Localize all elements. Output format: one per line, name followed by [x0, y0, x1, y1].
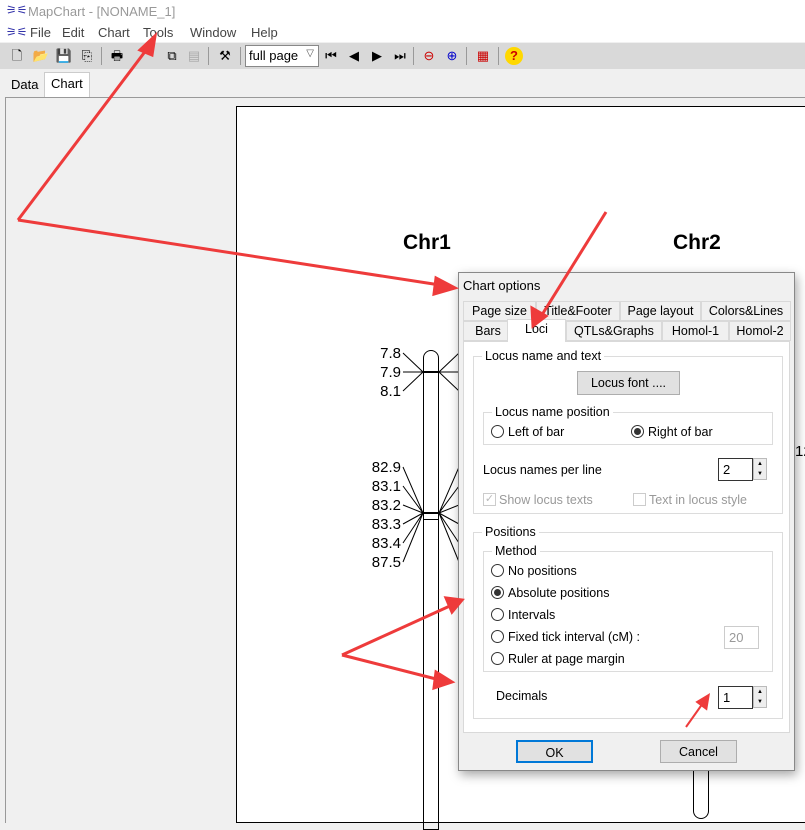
- zoom-in-icon[interactable]: ⊕: [443, 47, 461, 65]
- doc-icon: ⚞⚟: [6, 25, 28, 39]
- right-of-bar-radio[interactable]: [631, 425, 644, 438]
- cancel-button[interactable]: Cancel: [660, 740, 737, 763]
- left-of-bar-radio[interactable]: [491, 425, 504, 438]
- method-label: Ruler at page margin: [508, 652, 625, 666]
- locus-font-button[interactable]: Locus font ....: [577, 371, 680, 395]
- tab-chart[interactable]: Chart: [44, 72, 90, 97]
- first-icon[interactable]: ⏮: [322, 47, 340, 65]
- method-label: Absolute positions: [508, 586, 610, 600]
- save-icon[interactable]: 💾: [55, 47, 73, 65]
- paste-icon[interactable]: ▤: [185, 47, 203, 65]
- decimals-input[interactable]: 1: [718, 686, 753, 709]
- export-icon[interactable]: ⎘: [78, 47, 96, 65]
- names-per-line-label: Locus names per line: [483, 463, 602, 477]
- tab-data[interactable]: Data: [5, 74, 45, 96]
- ruler-radio[interactable]: [491, 652, 504, 665]
- text-in-locus-style-label: Text in locus style: [649, 493, 747, 507]
- group-label: Locus name and text: [482, 349, 605, 363]
- spin-buttons[interactable]: ▲ ▼: [753, 458, 767, 480]
- zoom-select[interactable]: full page ▽: [245, 45, 319, 67]
- show-locus-texts-label: Show locus texts: [499, 493, 593, 507]
- menu-edit[interactable]: Edit: [62, 25, 84, 40]
- tab-qtls-graphs[interactable]: QTLs&Graphs: [566, 321, 662, 341]
- tab-bars[interactable]: Bars: [463, 321, 513, 341]
- spin-buttons[interactable]: ▲ ▼: [753, 686, 767, 708]
- zoom-value: full page: [249, 48, 299, 63]
- group-label: Positions: [482, 525, 539, 539]
- menu-file[interactable]: File: [30, 25, 51, 40]
- window-title: MapChart - [NONAME_1]: [28, 4, 176, 19]
- right-of-bar-label: Right of bar: [648, 425, 713, 439]
- absolute-positions-radio[interactable]: [491, 586, 504, 599]
- left-of-bar-label: Left of bar: [508, 425, 565, 439]
- tab-page-layout[interactable]: Page layout: [620, 301, 701, 321]
- ruler-icon[interactable]: ▦: [474, 47, 492, 65]
- names-per-line-input[interactable]: 2: [718, 458, 753, 481]
- prev-icon[interactable]: ◀: [345, 47, 363, 65]
- new-icon[interactable]: 🗋: [8, 47, 26, 65]
- title-bar: ⚞⚟ MapChart - [NONAME_1]: [0, 0, 805, 22]
- no-positions-radio[interactable]: [491, 564, 504, 577]
- menu-chart[interactable]: Chart: [98, 25, 130, 40]
- intervals-radio[interactable]: [491, 608, 504, 621]
- method-label: No positions: [508, 564, 577, 578]
- last-icon[interactable]: ⏭: [391, 47, 409, 65]
- next-icon[interactable]: ▶: [368, 47, 386, 65]
- tab-title-footer[interactable]: Title&Footer: [536, 301, 620, 321]
- method-label: Fixed tick interval (cM) :: [508, 630, 640, 644]
- toolbar: 🗋 📂 💾 ⎘ 🖶 ⧉ ▤ ⚒ ⏮ ◀ ▶ ⏭ ⊖ ⊕ ▦ ?: [0, 43, 805, 69]
- tab-page-size[interactable]: Page size: [463, 301, 536, 321]
- method-group: Method No positions Absolute positions I…: [483, 544, 773, 672]
- tab-colors-lines[interactable]: Colors&Lines: [701, 301, 791, 321]
- app-logo-icon: ⚞⚟: [6, 3, 28, 17]
- tab-homol-2[interactable]: Homol-2: [729, 321, 791, 341]
- locus-name-group: Locus name and text Locus font .... Locu…: [473, 349, 783, 514]
- method-label: Intervals: [508, 608, 556, 622]
- tab-loci[interactable]: Loci: [507, 319, 566, 342]
- print-icon[interactable]: 🖶: [108, 47, 126, 65]
- loci-panel: Locus name and text Locus font .... Locu…: [463, 341, 790, 733]
- chevron-down-icon: ▽: [306, 48, 314, 59]
- zoom-out-icon[interactable]: ⊖: [420, 47, 438, 65]
- menu-help[interactable]: Help: [251, 25, 278, 40]
- ok-button[interactable]: OK: [516, 740, 593, 763]
- help-icon[interactable]: ?: [505, 47, 523, 65]
- copy-icon[interactable]: ⧉: [163, 47, 181, 65]
- chart-options-dialog: Chart options Page size Title&Footer Pag…: [458, 272, 795, 771]
- tools-icon[interactable]: ⚒: [216, 47, 234, 65]
- menu-tools[interactable]: Tools: [143, 25, 173, 40]
- group-label: Method: [492, 544, 540, 558]
- menu-bar: ⚞⚟ File Edit Chart Tools Window Help: [0, 22, 805, 42]
- tick-interval-input[interactable]: 20: [724, 626, 759, 649]
- menu-window[interactable]: Window: [190, 25, 236, 40]
- tab-homol-1[interactable]: Homol-1: [662, 321, 729, 341]
- positions-group: Positions Method No positions Absolute p…: [473, 525, 783, 719]
- text-in-locus-style-checkbox[interactable]: [633, 493, 646, 506]
- group-label: Locus name position: [492, 405, 613, 419]
- fixed-tick-radio[interactable]: [491, 630, 504, 643]
- dialog-title: Chart options: [463, 278, 541, 293]
- locus-name-position-group: Locus name position Left of bar Right of…: [483, 405, 773, 445]
- decimals-label: Decimals: [496, 689, 548, 703]
- open-icon[interactable]: 📂: [32, 47, 50, 65]
- show-locus-texts-checkbox[interactable]: ✓: [483, 493, 496, 506]
